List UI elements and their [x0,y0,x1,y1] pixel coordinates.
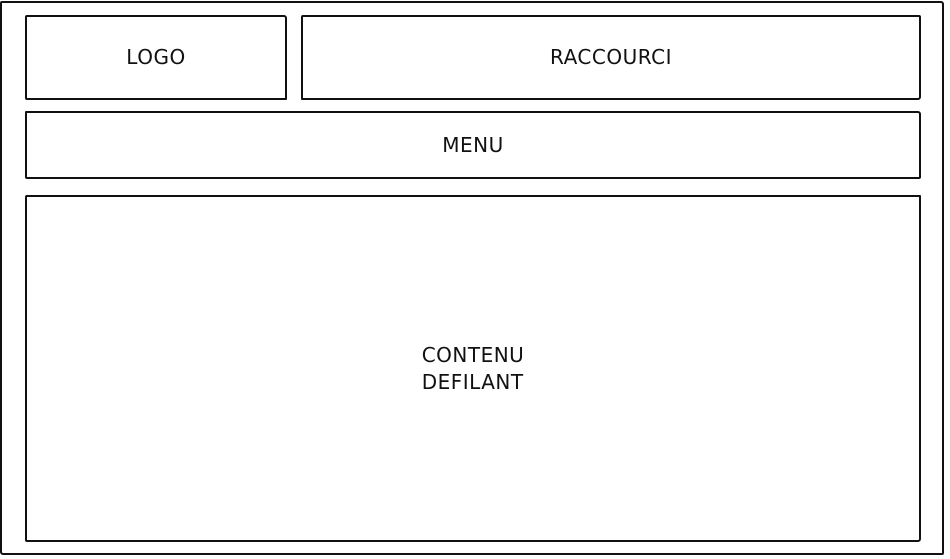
content-label-line-2: DEFILANT [421,369,524,394]
menu-block: MENU [25,111,921,179]
logo-block: LOGO [25,15,287,100]
scrolling-content-block: CONTENU DEFILANT [25,195,921,542]
menu-label: MENU [442,132,504,157]
content-label-line-1: CONTENU [421,342,525,367]
content-label: CONTENU DEFILANT [422,342,525,396]
logo-label: LOGO [126,45,186,69]
shortcut-label: RACCOURCI [550,45,672,69]
shortcut-block: RACCOURCI [301,15,921,100]
